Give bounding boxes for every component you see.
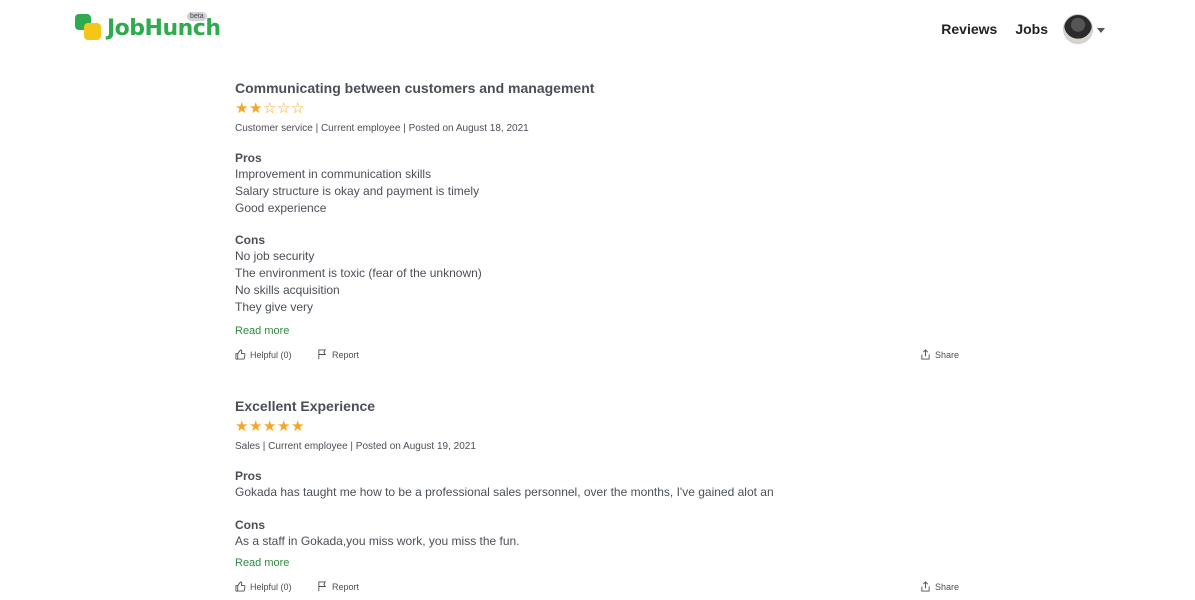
review-card: Excellent Experience ★ ★ ★ ★ ★ Sales | Curre… bbox=[235, 397, 965, 595]
star-empty-icon: ☆ bbox=[277, 100, 291, 117]
nav-reviews-link[interactable]: Reviews bbox=[941, 21, 997, 37]
review-meta: Customer service | Current employee | Po… bbox=[235, 123, 529, 134]
share-label: Share bbox=[935, 349, 960, 360]
helpful-label: Helpful (0) bbox=[250, 349, 292, 360]
star-filled-icon: ★ bbox=[235, 100, 249, 117]
share-button[interactable]: Share bbox=[920, 349, 959, 360]
star-filled-icon: ★ bbox=[263, 418, 277, 435]
cons-line: They give very bbox=[235, 300, 314, 314]
review-title: Excellent Experience bbox=[235, 398, 376, 414]
star-empty-icon: ☆ bbox=[291, 100, 305, 117]
review-card: Communicating between customers and mana… bbox=[235, 79, 965, 363]
nav-jobs-link[interactable]: Jobs bbox=[1015, 21, 1048, 37]
pros-line: Salary structure is okay and payment is … bbox=[235, 184, 480, 198]
report-label: Report bbox=[332, 349, 360, 360]
star-filled-icon: ★ bbox=[249, 418, 263, 435]
cons-heading: Cons bbox=[235, 233, 265, 247]
flag-icon bbox=[318, 349, 327, 360]
review-actions: Helpful (0) Report Share bbox=[235, 349, 965, 363]
pros-heading: Pros bbox=[235, 151, 262, 165]
share-icon bbox=[921, 349, 930, 360]
top-header: JobHunch beta Reviews Jobs bbox=[0, 0, 1195, 62]
share-label: Share bbox=[935, 581, 960, 592]
review-meta: Sales | Current employee | Posted on Aug… bbox=[235, 441, 476, 452]
logo-mark-icon bbox=[75, 14, 103, 42]
pros-heading: Pros bbox=[235, 469, 262, 483]
star-rating: ★ ★ ☆ ☆ ☆ bbox=[235, 101, 965, 117]
star-filled-icon: ★ bbox=[249, 100, 263, 117]
report-button[interactable]: Report bbox=[317, 581, 359, 592]
report-label: Report bbox=[332, 581, 360, 592]
cons-line: No job security bbox=[235, 249, 315, 263]
top-nav: Reviews Jobs bbox=[923, 14, 1105, 44]
cons-line: No skills acquisition bbox=[235, 283, 340, 297]
cons-heading: Cons bbox=[235, 518, 265, 532]
helpful-button[interactable]: Helpful (0) bbox=[235, 349, 292, 360]
thumbs-up-icon bbox=[235, 349, 246, 360]
review-title: Communicating between customers and mana… bbox=[235, 80, 595, 96]
helpful-button[interactable]: Helpful (0) bbox=[235, 581, 292, 592]
share-button[interactable]: Share bbox=[920, 581, 959, 592]
helpful-label: Helpful (0) bbox=[250, 581, 292, 592]
read-more-link[interactable]: Read more bbox=[235, 556, 965, 570]
beta-badge: beta bbox=[187, 12, 207, 21]
pros-line: Good experience bbox=[235, 201, 327, 215]
star-filled-icon: ★ bbox=[291, 418, 305, 435]
cons-line: As a staff in Gokada,you miss work, you … bbox=[235, 534, 520, 548]
review-actions: Helpful (0) Report Share bbox=[235, 581, 965, 595]
star-filled-icon: ★ bbox=[235, 418, 249, 435]
thumbs-up-icon bbox=[235, 581, 246, 592]
cons-line: The environment is toxic (fear of the un… bbox=[235, 266, 482, 280]
chevron-down-icon[interactable] bbox=[1097, 28, 1105, 33]
star-filled-icon: ★ bbox=[277, 418, 291, 435]
share-icon bbox=[921, 581, 930, 592]
star-rating: ★ ★ ★ ★ ★ bbox=[235, 419, 965, 435]
report-button[interactable]: Report bbox=[317, 349, 359, 360]
read-more-link[interactable]: Read more bbox=[235, 324, 965, 338]
star-empty-icon: ☆ bbox=[263, 100, 277, 117]
flag-icon bbox=[318, 581, 327, 592]
pros-line: Improvement in communication skills bbox=[235, 167, 432, 181]
user-avatar[interactable] bbox=[1063, 14, 1093, 44]
jobhunch-logo[interactable]: JobHunch beta bbox=[75, 12, 221, 42]
pros-line: Gokada has taught me how to be a profess… bbox=[235, 485, 774, 499]
